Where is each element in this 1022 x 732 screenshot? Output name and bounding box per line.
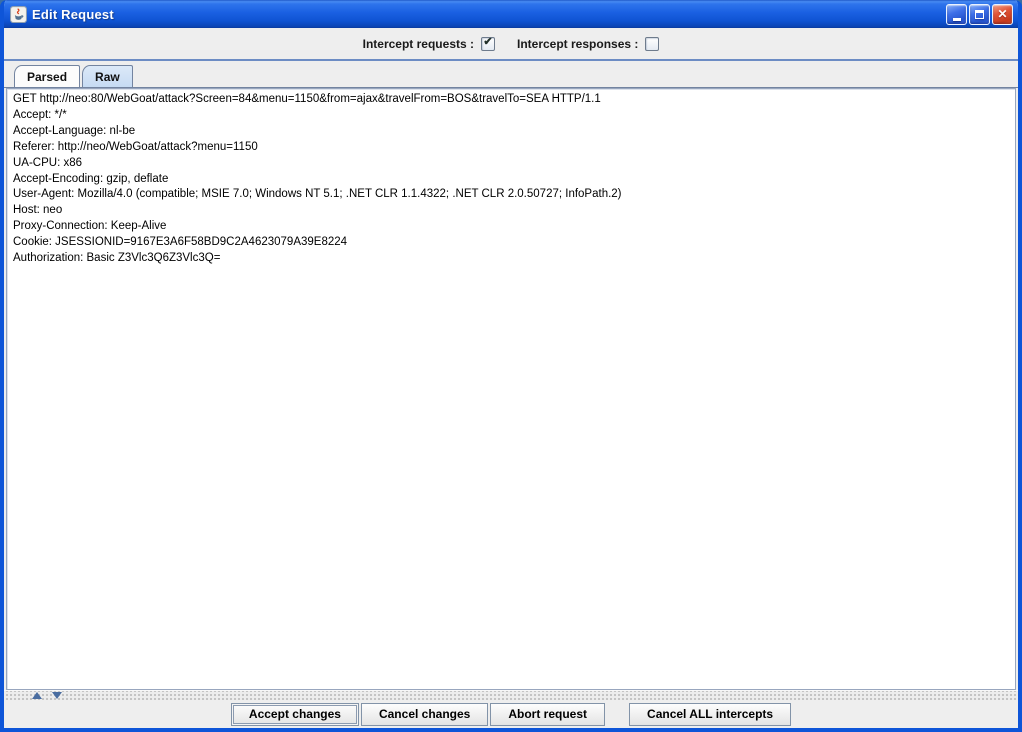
request-line: GET http://neo:80/WebGoat/attack?Screen=…	[13, 92, 1009, 108]
request-line: UA-CPU: x86	[13, 156, 1009, 172]
request-line: Accept: */*	[13, 108, 1009, 124]
close-icon: ✕	[997, 8, 1007, 20]
collapse-up-icon[interactable]	[32, 692, 42, 699]
action-button-bar: Accept changes Cancel changes Abort requ…	[4, 700, 1018, 728]
cancel-all-intercepts-button[interactable]: Cancel ALL intercepts	[629, 703, 791, 726]
intercept-requests-checkbox[interactable]: ✔	[481, 37, 495, 51]
intercept-responses-checkbox[interactable]: ✔	[645, 37, 659, 51]
request-line: Accept-Encoding: gzip, deflate	[13, 172, 1009, 188]
collapse-down-icon[interactable]	[52, 692, 62, 699]
title-bar[interactable]: Edit Request ✕	[4, 0, 1018, 28]
request-line: Accept-Language: nl-be	[13, 124, 1009, 140]
minimize-icon	[953, 18, 961, 21]
request-line: Host: neo	[13, 203, 1009, 219]
abort-request-button[interactable]: Abort request	[490, 703, 605, 726]
request-line: User-Agent: Mozilla/4.0 (compatible; MSI…	[13, 187, 1009, 203]
window-controls: ✕	[946, 4, 1013, 25]
raw-panel: GET http://neo:80/WebGoat/attack?Screen=…	[4, 88, 1018, 690]
accept-changes-button[interactable]: Accept changes	[231, 703, 359, 726]
intercept-requests-label: Intercept requests :	[363, 37, 474, 51]
request-line: Proxy-Connection: Keep-Alive	[13, 219, 1009, 235]
tab-raw[interactable]: Raw	[82, 65, 133, 87]
maximize-button[interactable]	[969, 4, 990, 25]
maximize-icon	[975, 10, 984, 19]
minimize-button[interactable]	[946, 4, 967, 25]
close-button[interactable]: ✕	[992, 4, 1013, 25]
raw-request-textarea[interactable]: GET http://neo:80/WebGoat/attack?Screen=…	[6, 88, 1016, 690]
request-line: Cookie: JSESSIONID=9167E3A6F58BD9C2A4623…	[13, 235, 1009, 251]
cancel-changes-button[interactable]: Cancel changes	[361, 703, 488, 726]
intercept-responses-label: Intercept responses :	[517, 37, 638, 51]
check-icon: ✔	[483, 37, 492, 48]
request-line: Referer: http://neo/WebGoat/attack?menu=…	[13, 140, 1009, 156]
request-view-tabs: Parsed Raw	[4, 61, 1018, 88]
request-line: Authorization: Basic Z3Vlc3Q6Z3Vlc3Q=	[13, 251, 1009, 267]
intercept-responses-group: Intercept responses : ✔	[517, 37, 659, 51]
tab-parsed[interactable]: Parsed	[14, 65, 80, 87]
java-app-icon	[10, 6, 27, 23]
edit-request-window: Edit Request ✕ Intercept requests : ✔ In…	[0, 0, 1022, 732]
intercept-requests-group: Intercept requests : ✔	[363, 37, 495, 51]
window-title: Edit Request	[32, 7, 946, 22]
split-pane-divider[interactable]	[4, 690, 1018, 700]
intercept-toolbar: Intercept requests : ✔ Intercept respons…	[4, 28, 1018, 61]
